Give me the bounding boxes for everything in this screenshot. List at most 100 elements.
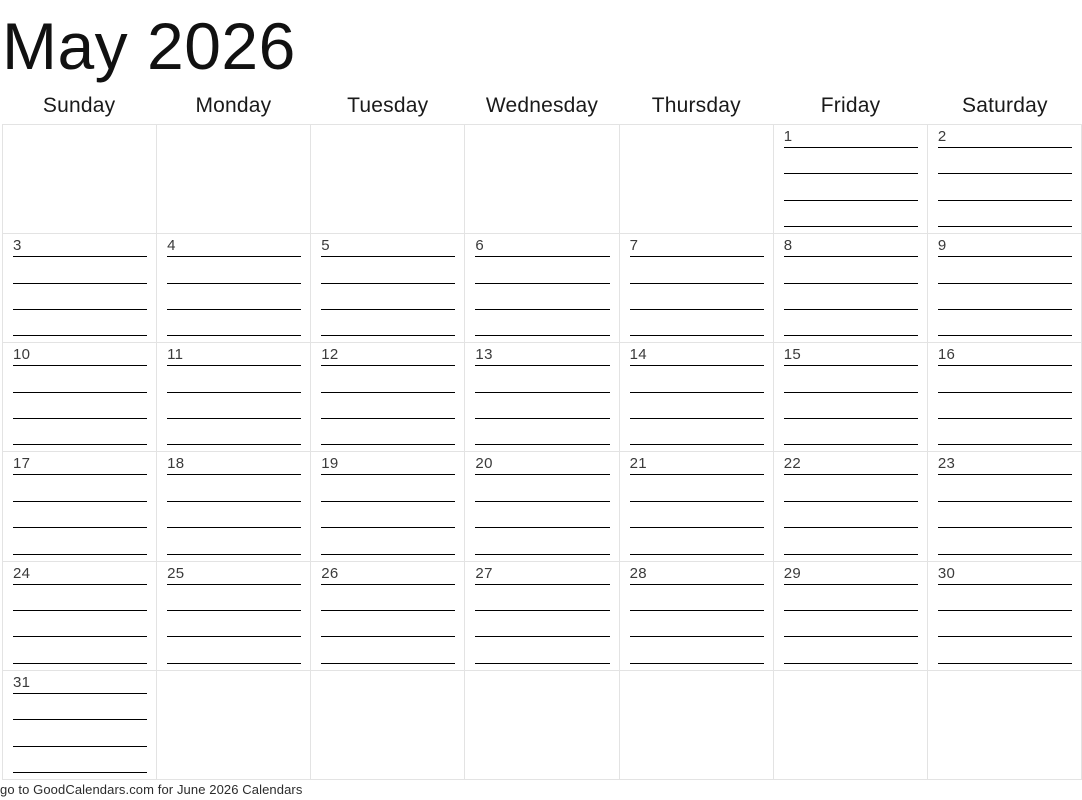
day-cell-empty[interactable] bbox=[773, 670, 928, 780]
note-line bbox=[783, 418, 918, 420]
note-line bbox=[167, 527, 302, 529]
note-line bbox=[13, 527, 148, 529]
day-cell[interactable]: 22 bbox=[773, 452, 928, 562]
day-cell[interactable]: 30 bbox=[927, 561, 1082, 671]
day-cell[interactable]: 19 bbox=[311, 452, 466, 562]
day-cell[interactable]: 21 bbox=[619, 452, 774, 562]
note-line bbox=[475, 418, 610, 420]
note-line bbox=[937, 226, 1072, 228]
weekday-header-wednesday: Wednesday bbox=[485, 94, 599, 117]
note-line bbox=[937, 636, 1072, 638]
note-line bbox=[475, 391, 610, 393]
day-cell-empty[interactable] bbox=[311, 670, 466, 780]
page-title: May 2026 bbox=[2, 9, 296, 83]
day-cell[interactable]: 28 bbox=[619, 561, 774, 671]
note-lines bbox=[629, 365, 764, 446]
day-cell[interactable]: 20 bbox=[465, 452, 620, 562]
day-number: 30 bbox=[937, 564, 956, 582]
day-cell[interactable]: 2 bbox=[927, 125, 1082, 235]
note-lines bbox=[321, 474, 456, 555]
day-cell[interactable]: 31 bbox=[3, 670, 158, 780]
day-cell[interactable]: 10 bbox=[3, 343, 158, 453]
note-line bbox=[629, 365, 764, 367]
note-line bbox=[167, 610, 302, 612]
note-line bbox=[167, 256, 302, 258]
day-cell[interactable]: 15 bbox=[773, 343, 928, 453]
day-cell[interactable]: 14 bbox=[619, 343, 774, 453]
note-line bbox=[167, 418, 302, 420]
day-number: 12 bbox=[321, 346, 339, 364]
weekday-header-thursday: Thursday bbox=[651, 94, 741, 117]
note-lines bbox=[937, 256, 1072, 337]
day-cell[interactable]: 23 bbox=[927, 452, 1082, 562]
note-lines bbox=[167, 583, 302, 664]
day-cell-empty[interactable] bbox=[3, 125, 158, 235]
note-lines bbox=[321, 256, 456, 337]
note-line bbox=[783, 147, 918, 148]
note-lines bbox=[937, 583, 1072, 664]
day-cell-empty[interactable] bbox=[927, 670, 1082, 780]
note-line bbox=[167, 636, 302, 638]
day-cell[interactable]: 6 bbox=[465, 234, 620, 344]
day-number: 14 bbox=[629, 346, 647, 364]
day-cell[interactable]: 9 bbox=[927, 234, 1082, 344]
day-cell[interactable]: 1 bbox=[773, 125, 928, 235]
note-line bbox=[321, 636, 456, 638]
day-cell[interactable]: 11 bbox=[157, 343, 312, 453]
note-line bbox=[13, 662, 148, 664]
day-number: 19 bbox=[321, 455, 339, 473]
day-number: 16 bbox=[937, 346, 956, 364]
day-number: 7 bbox=[629, 237, 639, 255]
note-lines bbox=[13, 692, 148, 773]
day-cell[interactable]: 26 bbox=[311, 561, 466, 671]
day-cell-empty[interactable] bbox=[157, 125, 312, 235]
note-line bbox=[937, 474, 1072, 476]
day-cell[interactable]: 7 bbox=[619, 234, 774, 344]
day-cell[interactable]: 8 bbox=[773, 234, 928, 344]
note-line bbox=[783, 226, 918, 228]
note-line bbox=[13, 583, 148, 585]
day-cell[interactable]: 25 bbox=[157, 561, 312, 671]
note-line bbox=[629, 256, 764, 258]
day-cell[interactable]: 5 bbox=[311, 234, 466, 344]
day-number: 24 bbox=[13, 564, 31, 582]
day-cell-empty[interactable] bbox=[619, 125, 774, 235]
day-cell[interactable]: 17 bbox=[3, 452, 158, 562]
note-line bbox=[13, 636, 148, 638]
day-number: 1 bbox=[783, 128, 793, 145]
day-number: 22 bbox=[783, 455, 801, 473]
day-cell[interactable]: 16 bbox=[927, 343, 1082, 453]
note-line bbox=[167, 308, 302, 310]
note-line bbox=[937, 583, 1072, 585]
day-cell[interactable]: 12 bbox=[311, 343, 466, 453]
day-cell[interactable]: 18 bbox=[157, 452, 312, 562]
day-number: 5 bbox=[321, 237, 330, 255]
note-line bbox=[937, 335, 1072, 337]
day-cell[interactable]: 4 bbox=[157, 234, 312, 344]
note-line bbox=[321, 500, 456, 502]
note-line bbox=[13, 500, 148, 502]
note-line bbox=[937, 256, 1072, 258]
note-line bbox=[167, 444, 302, 446]
note-line bbox=[321, 610, 456, 612]
day-number: 31 bbox=[13, 673, 31, 691]
day-cell[interactable]: 13 bbox=[465, 343, 620, 453]
note-line bbox=[167, 583, 302, 585]
note-line bbox=[783, 583, 918, 585]
day-cell[interactable]: 27 bbox=[465, 561, 620, 671]
note-line bbox=[475, 662, 610, 664]
day-cell-empty[interactable] bbox=[157, 670, 312, 780]
day-cell-empty[interactable] bbox=[619, 670, 774, 780]
note-line bbox=[167, 282, 302, 284]
note-line bbox=[783, 610, 918, 612]
day-cell[interactable]: 29 bbox=[773, 561, 928, 671]
day-number: 27 bbox=[475, 564, 493, 582]
day-cell[interactable]: 24 bbox=[3, 561, 158, 671]
day-cell-empty[interactable] bbox=[311, 125, 466, 235]
day-cell[interactable]: 3 bbox=[3, 234, 158, 344]
day-cell-empty[interactable] bbox=[465, 125, 620, 235]
note-line bbox=[13, 256, 148, 258]
day-number: 4 bbox=[167, 237, 176, 255]
note-line bbox=[167, 662, 302, 664]
day-cell-empty[interactable] bbox=[465, 670, 620, 780]
